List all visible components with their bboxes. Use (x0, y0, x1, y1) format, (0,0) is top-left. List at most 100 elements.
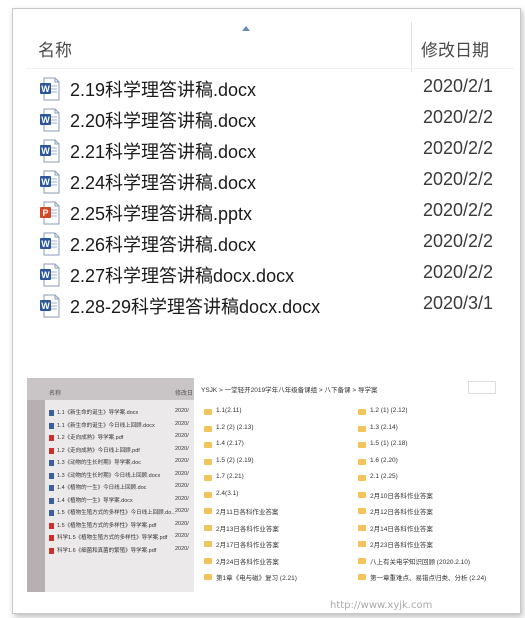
file-row[interactable]: P 2.25科学理答讲稿.pptx 2020/2/2 (40, 199, 514, 227)
folder-item[interactable]: 1.5 (1) (2.18) (358, 439, 496, 452)
file-date: 2020/2/2 (423, 262, 494, 282)
folder-view: YSJK > 一堂轻开2019学年八年级备课组 > 八下备课 > 导学案 1.1… (198, 378, 496, 592)
folder-item[interactable]: 第1章《电与磁》复习 (2.21) (204, 571, 344, 584)
folder-name: 1.5 (2) (2.19) (216, 456, 254, 464)
photo-file-name: 1.1《新生命的诞生》导学案.docx (57, 410, 139, 416)
file-row[interactable]: W 2.19科学理答讲稿.docx 2020/2/1 (40, 75, 514, 103)
folder-item[interactable]: 2月10日各科作业答案 (358, 489, 496, 502)
folder-item[interactable]: 2月14日各科作业答案 (358, 522, 496, 535)
photo-file-name: 1.5《植物生殖方式的多样性》今日线上回顾.do... (57, 510, 176, 516)
powerpoint-icon: P (40, 201, 60, 225)
folder-name: 1.4 (2.17) (216, 440, 244, 447)
pdf-icon (49, 435, 54, 441)
file-date: 2020/2/2 (423, 138, 494, 158)
word-doc-icon: W (40, 294, 60, 318)
folder-item[interactable]: 1.4 (2.17) (204, 439, 344, 452)
file-name: 2.26科学理答讲稿.docx (70, 235, 257, 255)
file-name: 2.20科学理答讲稿.docx (70, 111, 257, 131)
file-row[interactable]: W 2.28-29科学理答讲稿docx.docx 2020/3/1 (40, 292, 514, 320)
file-row[interactable]: W 2.20科学理答讲稿.docx 2020/2/2 (40, 106, 514, 134)
photo-file-row: 1.2《走向成熟》今日线上回顾.pdf 2020/ (49, 446, 194, 457)
column-separator[interactable] (411, 22, 412, 72)
folder-name: 2月14日各科作业答案 (370, 525, 433, 533)
svg-text:W: W (41, 177, 50, 187)
file-row[interactable]: W 2.27科学理答讲稿docx.docx 2020/2/2 (40, 261, 514, 289)
photo-file-date: 2020/ (175, 420, 189, 427)
folder-icon (204, 442, 212, 448)
column-header-name[interactable]: 名称 (38, 36, 72, 61)
file-row[interactable]: W 2.21科学理答讲稿.docx 2020/2/2 (40, 137, 514, 165)
photo-file-date: 2020/ (175, 508, 189, 514)
folder-icon (204, 574, 212, 580)
file-date: 2020/2/2 (423, 231, 494, 251)
svg-text:P: P (42, 208, 48, 218)
photo-file-date: 2020/ (175, 483, 189, 489)
file-date: 2020/2/1 (423, 76, 494, 96)
photo-file-name: 1.5《植物生殖方式的多样性》导学案.pdf (57, 522, 157, 529)
folder-item[interactable]: 1.6 (2.20) (358, 456, 496, 469)
folder-name: 2.1 (2.25) (370, 473, 398, 480)
file-name: 2.19科学理答讲稿.docx (70, 80, 257, 100)
folder-item[interactable]: 2月24日各科作业答案 (204, 555, 344, 568)
folder-item[interactable]: 2.1 (2.25) (358, 472, 496, 485)
folder-name: 2月12日各科作业答案 (370, 509, 433, 516)
folder-item[interactable]: 2月13日各科作业答案 (204, 522, 344, 535)
folder-icon (204, 541, 212, 547)
folder-item[interactable]: 1.3 (2.14) (358, 423, 496, 436)
breadcrumb[interactable]: YSJK > 一堂轻开2019学年八年级备课组 > 八下备课 > 导学案 (201, 384, 377, 394)
photo-file-date: 2020/ (175, 545, 189, 552)
folder-item[interactable]: 八上有关电学知识回顾 (2020.2.10) (358, 555, 496, 568)
folder-item[interactable]: 2月23日各科作业答案 (358, 538, 496, 551)
pdf-icon (49, 535, 54, 541)
photo-header-date: 修改日 (175, 391, 194, 397)
photo-file-name: 1.4《植物的一生》今日线上回顾.doc (57, 485, 147, 491)
photo-file-date: 2020/ (175, 533, 189, 539)
word-doc-icon: W (40, 77, 60, 101)
photo-file-row: 1.3《动物的生长时期》今日线上回顾.docx 2020/ (49, 471, 194, 482)
word-doc-icon (49, 510, 54, 516)
folder-icon (358, 409, 366, 415)
word-doc-icon: W (40, 263, 60, 287)
photo-file-row: 1.2《走向成熟》导学案.pdf 2020/ (49, 433, 194, 444)
photo-file-date: 2020/ (175, 445, 189, 452)
folder-icon (358, 524, 366, 531)
header-divider (26, 68, 514, 69)
word-doc-icon (49, 497, 54, 504)
folder-item[interactable]: 1.7 (2.21) (204, 472, 344, 485)
photo-file-date: 2020/ (175, 458, 189, 464)
folder-item[interactable]: 1.1(2.11) (204, 406, 344, 419)
folder-name: 1.2 (2) (2.13) (216, 423, 254, 431)
folder-name: 第1章《电与磁》复习 (2.21) (216, 575, 297, 582)
folder-icon (358, 574, 366, 580)
svg-text:W: W (41, 239, 50, 249)
folder-item[interactable]: 2月11日各科作业答案 (204, 505, 344, 518)
svg-text:W: W (41, 270, 50, 280)
folder-item[interactable]: 1.2 (1) (2.12) (358, 406, 496, 419)
file-row[interactable]: W 2.26科学理答讲稿.docx 2020/2/2 (40, 230, 514, 258)
photo-file-date: 2020/ (175, 470, 189, 477)
watermark: http://www.xyjk.com (330, 600, 433, 611)
photo-file-row: 1.5《植物生殖方式的多样性》导学案.pdf 2020/ (49, 521, 194, 532)
column-header-date[interactable]: 修改日期 (421, 36, 489, 61)
folder-item[interactable]: 2月17日各科作业答案 (204, 538, 344, 551)
file-row[interactable]: W 2.24科学理答讲稿.docx 2020/2/2 (40, 168, 514, 196)
search-box[interactable] (468, 381, 496, 394)
folder-item[interactable]: 第一章重难点、易错点归类、分析 (2.24) (358, 571, 496, 584)
file-name: 2.25科学理答讲稿.pptx (70, 204, 253, 224)
photo-file-name: 1.3《动物的生长时期》导学案.doc (57, 460, 142, 466)
folder-item[interactable]: 2月12日各科作业答案 (358, 505, 496, 518)
folder-item[interactable]: 1.5 (2) (2.19) (204, 456, 344, 469)
photo-file-name: 1.3《动物的生长时期》今日线上回顾.docx (57, 472, 161, 479)
pdf-icon (49, 447, 54, 454)
word-doc-icon: W (40, 232, 60, 256)
word-doc-icon (49, 485, 54, 491)
folder-item[interactable]: 2.4(3.1) (204, 489, 344, 502)
folder-name: 第一章重难点、易错点归类、分析 (2.24) (370, 575, 487, 582)
folder-icon (358, 458, 366, 465)
folder-item[interactable]: 1.2 (2) (2.13) (204, 423, 344, 436)
folder-icon (204, 425, 212, 432)
sort-ascending-icon[interactable] (242, 26, 250, 31)
folder-name: 2月11日各科作业答案 (216, 509, 279, 516)
file-name: 2.28-29科学理答讲稿docx.docx (70, 297, 321, 317)
folder-name: 2月10日各科作业答案 (370, 492, 433, 500)
